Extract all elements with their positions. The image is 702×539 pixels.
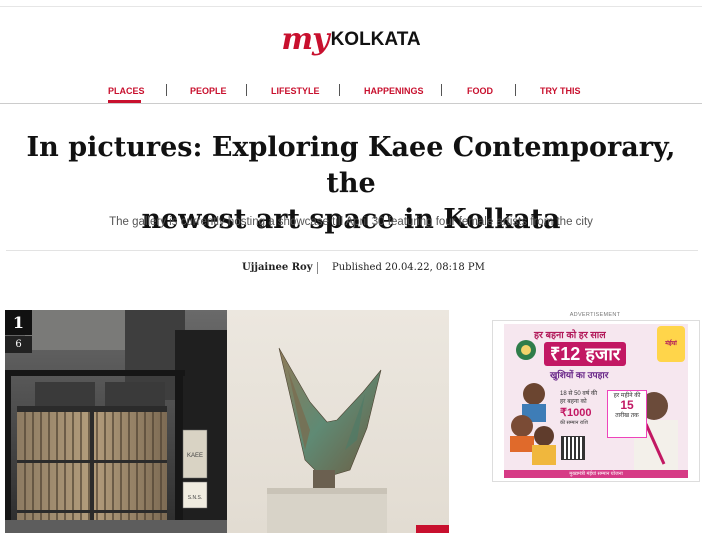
advertisement-banner[interactable]: हर बहना को हर साल ₹12 हजार खुशियों का उप… <box>492 320 700 482</box>
nav-item-happenings[interactable]: HAPPENINGS <box>364 86 424 96</box>
article-standfirst: The gallery is currently hosting a showc… <box>109 216 593 228</box>
slide-current: 1 <box>5 310 32 335</box>
ad-line-1: 18 से 50 वर्ष की हर बहना को <box>560 391 598 405</box>
qr-code-icon <box>561 436 585 460</box>
nav-bottom-border <box>0 103 702 104</box>
logo-city: KOLKATA <box>330 29 421 50</box>
nav-item-people[interactable]: PEOPLE <box>190 86 227 96</box>
top-border <box>0 6 702 7</box>
nav-item-lifestyle[interactable]: LIFESTYLE <box>271 86 320 96</box>
published-date: Published 20.04.22, 08:18 PM <box>332 262 485 273</box>
nav-item-places[interactable]: PLACES <box>108 86 145 96</box>
ad-date-box: हर महीने की 15 तारीख तक <box>607 390 647 438</box>
headline-line-1: In pictures: Exploring Kaee Contemporary… <box>26 132 676 199</box>
header-divider <box>6 250 698 251</box>
nav-separator <box>515 84 516 96</box>
logo-my: my <box>281 22 329 57</box>
woman-portrait-icon <box>523 383 545 405</box>
author-link[interactable]: Ujjainee Roy <box>242 262 313 273</box>
ad-date-number: 15 <box>620 398 634 412</box>
gallery-images: KAEE S.N.S. <box>5 310 449 533</box>
ad-creative: हर बहना को हर साल ₹12 हजार खुशियों का उप… <box>504 324 688 478</box>
gallery-sign-nameplate: S.N.S. <box>188 495 202 501</box>
ad-label: ADVERTISEMENT <box>569 312 621 318</box>
nav-separator <box>441 84 442 96</box>
nav-item-try-this[interactable]: TRY THIS <box>540 86 581 96</box>
ad-footer: मुख्यमंत्री मंईयां सम्मान योजना <box>504 470 688 478</box>
main-nav: PLACES PEOPLE LIFESTYLE HAPPENINGS FOOD … <box>0 80 702 104</box>
photo-gallery[interactable]: KAEE S.N.S. <box>5 310 449 533</box>
nav-separator <box>339 84 340 96</box>
byline-separator <box>317 262 318 274</box>
ad-date-bottom: तारीख तक <box>615 413 639 419</box>
gallery-photo-sculpture <box>227 310 449 533</box>
slide-counter: 1 6 <box>5 310 32 353</box>
nav-item-food[interactable]: FOOD <box>467 86 493 96</box>
ad-line-2: की सम्मान राशि <box>560 420 588 426</box>
gallery-photo-entrance: KAEE S.N.S. <box>5 310 227 533</box>
ad-amount: ₹1000 <box>560 407 592 419</box>
nav-separator <box>246 84 247 96</box>
gallery-sign-kaee: KAEE <box>187 453 203 459</box>
slide-total: 6 <box>5 336 32 353</box>
nav-separator <box>166 84 167 96</box>
site-logo[interactable]: my KOLKATA <box>0 22 702 62</box>
gallery-next-button[interactable] <box>416 525 449 533</box>
